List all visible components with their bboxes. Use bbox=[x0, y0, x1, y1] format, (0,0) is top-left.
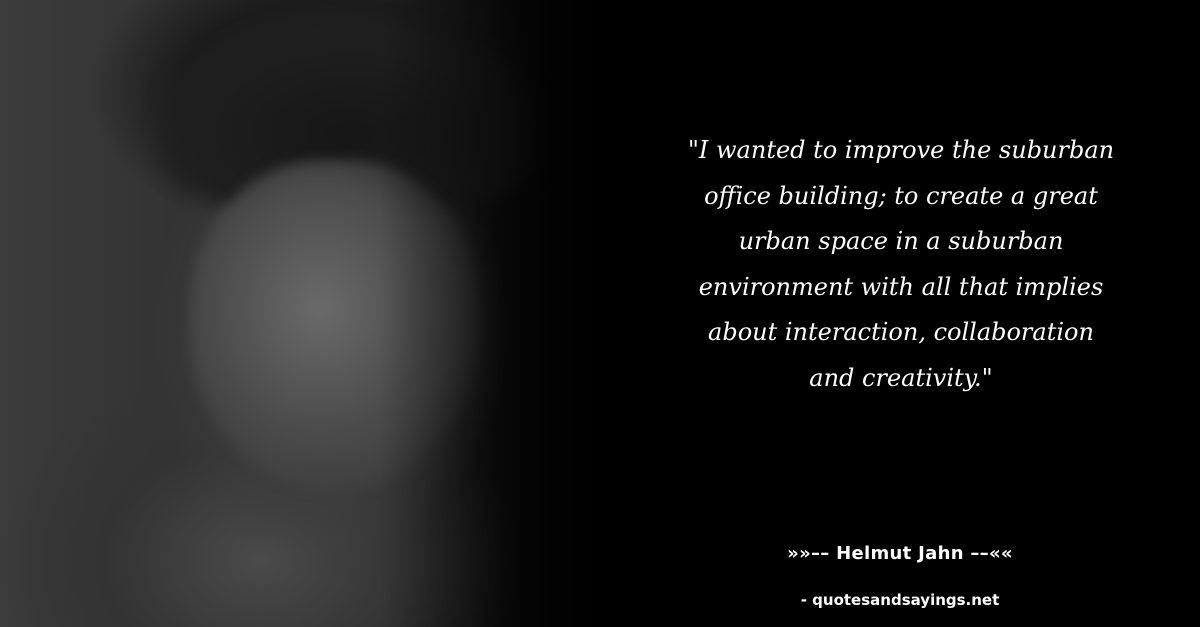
quote-line: environment with all that implies bbox=[698, 272, 1104, 301]
source-credit: - quotesandsayings.net bbox=[800, 591, 1000, 609]
quote-author: »»–– Helmut Jahn ––«« bbox=[787, 543, 1013, 564]
quote-line: about interaction, collaboration bbox=[708, 318, 1094, 346]
quote-line: "I wanted to improve the suburban bbox=[687, 136, 1115, 164]
quote-line: and creativity." bbox=[809, 363, 993, 392]
quote-text: "I wanted to improve the suburban office… bbox=[660, 128, 1142, 401]
quote-line: urban space in a suburban bbox=[738, 227, 1064, 255]
quote-card: "I wanted to improve the suburban office… bbox=[0, 0, 1200, 627]
portrait-fade-overlay bbox=[380, 0, 640, 627]
quote-line: office building; to create a great bbox=[704, 181, 1098, 210]
